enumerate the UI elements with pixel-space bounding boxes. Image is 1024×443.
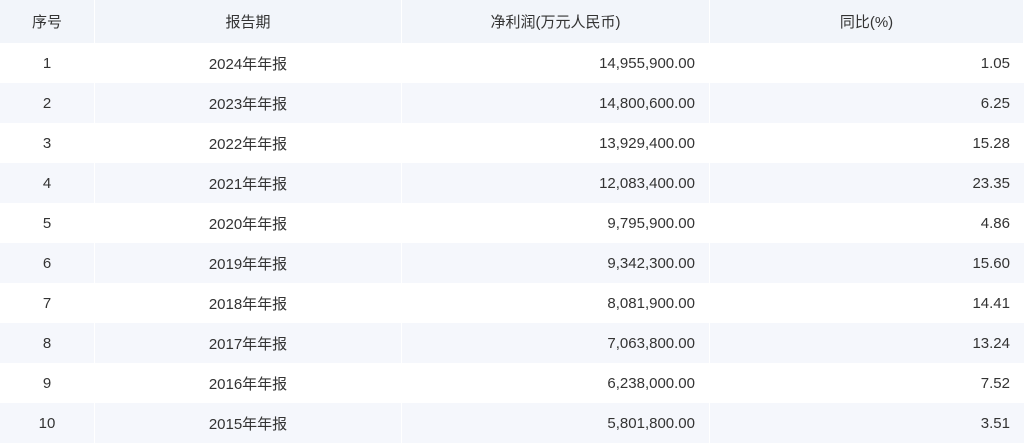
table-row: 5 2020年年报 9,795,900.00 4.86 (0, 203, 1024, 243)
row-yoy: 15.28 (972, 134, 1010, 152)
table-row: 3 2022年年报 13,929,400.00 15.28 (0, 123, 1024, 163)
table-row: 2 2023年年报 14,800,600.00 6.25 (0, 83, 1024, 123)
row-yoy: 13.24 (972, 334, 1010, 352)
row-period: 2016年年报 (95, 363, 402, 403)
header-index: 序号 (0, 0, 95, 43)
row-period: 2015年年报 (95, 403, 402, 443)
header-net-profit: 净利润(万元人民币) (402, 0, 710, 43)
row-yoy: 3.51 (980, 414, 1010, 432)
row-net-profit: 12,083,400.00 (402, 163, 710, 203)
row-net-profit: 14,800,600.00 (402, 83, 710, 123)
row-net-profit: 6,238,000.00 (402, 363, 710, 403)
row-net-profit: 14,955,900.00 (402, 43, 710, 83)
row-net-profit: 7,063,800.00 (402, 323, 710, 363)
row-yoy: 23.35 (972, 174, 1010, 192)
row-period: 2024年年报 (95, 43, 402, 83)
row-net-profit: 9,795,900.00 (402, 203, 710, 243)
row-net-profit: 5,801,800.00 (402, 403, 710, 443)
table-row: 4 2021年年报 12,083,400.00 23.35 (0, 163, 1024, 203)
row-index: 8 (0, 323, 95, 363)
row-index: 10 (0, 403, 95, 443)
header-yoy: 同比(%) (710, 0, 1024, 43)
row-index: 1 (0, 43, 95, 83)
row-period: 2023年年报 (95, 83, 402, 123)
row-net-profit: 9,342,300.00 (402, 243, 710, 283)
row-index: 2 (0, 83, 95, 123)
table-row: 8 2017年年报 7,063,800.00 13.24 (0, 323, 1024, 363)
row-yoy: 4.86 (980, 214, 1010, 232)
row-yoy: 14.41 (972, 294, 1010, 312)
row-index: 9 (0, 363, 95, 403)
net-profit-table: 序号 报告期 净利润(万元人民币) 同比(%) 1 2024年年报 14,955… (0, 0, 1024, 443)
table-row: 10 2015年年报 5,801,800.00 3.51 (0, 403, 1024, 443)
row-period: 2017年年报 (95, 323, 402, 363)
row-index: 7 (0, 283, 95, 323)
row-yoy: 6.25 (980, 94, 1010, 112)
table-row: 6 2019年年报 9,342,300.00 15.60 (0, 243, 1024, 283)
table-row: 7 2018年年报 8,081,900.00 14.41 (0, 283, 1024, 323)
row-yoy: 15.60 (972, 254, 1010, 272)
row-period: 2020年年报 (95, 203, 402, 243)
row-index: 5 (0, 203, 95, 243)
row-net-profit: 8,081,900.00 (402, 283, 710, 323)
row-net-profit: 13,929,400.00 (402, 123, 710, 163)
row-yoy: 1.05 (980, 54, 1010, 72)
row-period: 2022年年报 (95, 123, 402, 163)
row-yoy: 7.52 (980, 374, 1010, 392)
row-period: 2019年年报 (95, 243, 402, 283)
header-period: 报告期 (95, 0, 402, 43)
row-period: 2018年年报 (95, 283, 402, 323)
row-period: 2021年年报 (95, 163, 402, 203)
table-row: 9 2016年年报 6,238,000.00 7.52 (0, 363, 1024, 403)
row-index: 3 (0, 123, 95, 163)
table-header-row: 序号 报告期 净利润(万元人民币) 同比(%) (0, 0, 1024, 43)
row-index: 6 (0, 243, 95, 283)
row-index: 4 (0, 163, 95, 203)
table-row: 1 2024年年报 14,955,900.00 1.05 (0, 43, 1024, 83)
